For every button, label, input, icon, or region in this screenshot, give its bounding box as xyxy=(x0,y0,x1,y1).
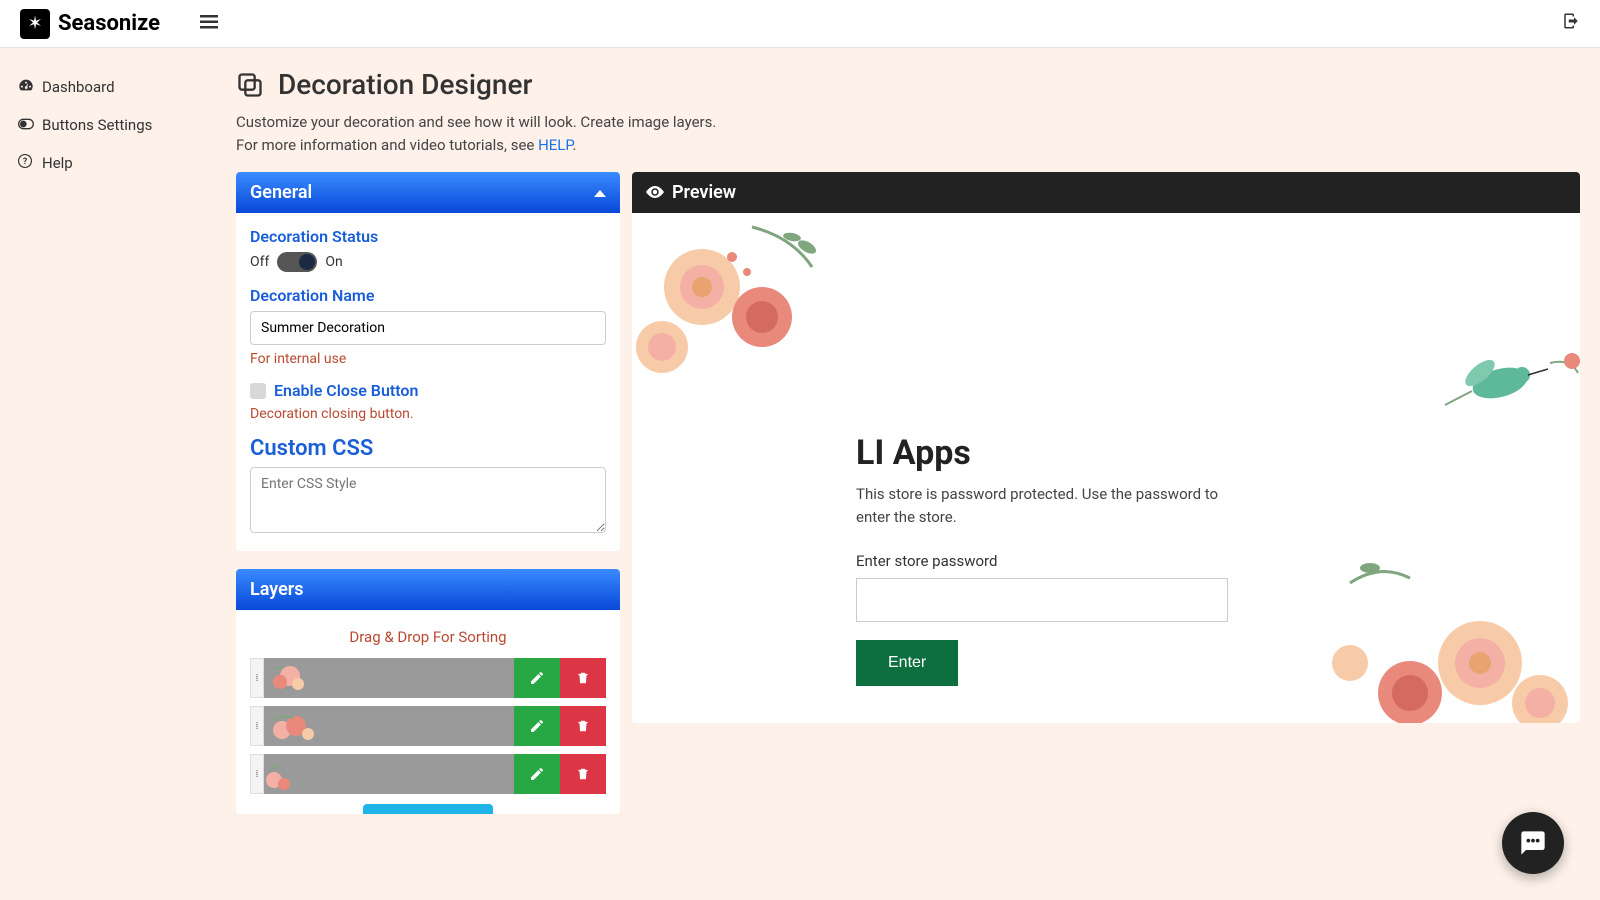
designer-icon xyxy=(236,71,264,99)
close-btn-checkbox[interactable] xyxy=(250,383,266,399)
sidebar: Dashboard Buttons Settings ? Help xyxy=(0,48,220,900)
drag-handle-icon[interactable]: ⁞ xyxy=(250,706,264,746)
chat-button[interactable] xyxy=(1502,812,1564,874)
chevron-up-icon xyxy=(594,182,606,203)
preview-pw-label: Enter store password xyxy=(856,552,1236,570)
close-btn-hint: Decoration closing button. xyxy=(250,406,606,422)
layers-panel-header[interactable]: Layers xyxy=(236,569,620,610)
panel-title: Layers xyxy=(250,579,304,600)
eye-icon xyxy=(646,182,664,203)
logo[interactable]: ✶ Seasonize xyxy=(20,9,160,39)
delete-layer-button[interactable] xyxy=(560,706,606,746)
delete-layer-button[interactable] xyxy=(560,658,606,698)
layer-row[interactable]: ⁞ xyxy=(250,658,606,698)
panel-title: General xyxy=(250,182,312,203)
preview-viewport: LI Apps This store is password protected… xyxy=(632,213,1580,723)
name-label: Decoration Name xyxy=(250,286,606,305)
sidebar-item-dashboard[interactable]: Dashboard xyxy=(18,68,202,106)
layers-hint: Drag & Drop For Sorting xyxy=(250,620,606,658)
css-textarea[interactable] xyxy=(250,467,606,533)
page-subtitle: Customize your decoration and see how it… xyxy=(236,111,1580,156)
layers-panel: Layers Drag & Drop For Sorting ⁞ xyxy=(236,569,620,814)
sidebar-label: Dashboard xyxy=(42,78,115,96)
logout-icon[interactable] xyxy=(1562,12,1580,35)
off-label: Off xyxy=(250,254,269,270)
help-icon: ? xyxy=(18,154,34,172)
main-content: Decoration Designer Customize your decor… xyxy=(220,48,1600,900)
edit-layer-button[interactable] xyxy=(514,754,560,794)
preview-store-title: LI Apps xyxy=(856,433,1236,473)
sidebar-label: Buttons Settings xyxy=(42,116,152,134)
layer-row[interactable]: ⁞ xyxy=(250,706,606,746)
on-label: On xyxy=(325,254,342,270)
dashboard-icon xyxy=(18,78,34,96)
name-input[interactable] xyxy=(250,311,606,345)
brand-text: Seasonize xyxy=(58,11,160,36)
preview-pw-input[interactable] xyxy=(856,578,1228,622)
status-label: Decoration Status xyxy=(250,227,606,246)
drag-handle-icon[interactable]: ⁞ xyxy=(250,658,264,698)
help-link[interactable]: HELP xyxy=(538,136,572,154)
name-hint: For internal use xyxy=(250,351,606,367)
page-title: Decoration Designer xyxy=(278,68,532,101)
delete-layer-button[interactable] xyxy=(560,754,606,794)
edit-layer-button[interactable] xyxy=(514,706,560,746)
layer-thumbnail xyxy=(264,754,514,794)
page-title-row: Decoration Designer xyxy=(236,68,1580,101)
add-layer-button[interactable] xyxy=(363,804,493,814)
status-toggle[interactable] xyxy=(277,252,317,272)
css-label: Custom CSS xyxy=(250,436,606,461)
menu-toggle-icon[interactable] xyxy=(200,13,218,34)
logo-icon: ✶ xyxy=(20,9,50,39)
preview-panel: Preview xyxy=(632,172,1580,723)
preview-store-subtitle: This store is password protected. Use th… xyxy=(856,483,1236,528)
edit-layer-button[interactable] xyxy=(514,658,560,698)
preview-panel-header: Preview xyxy=(632,172,1580,213)
svg-text:?: ? xyxy=(23,157,28,167)
app-header: ✶ Seasonize xyxy=(0,0,1600,48)
general-panel-header[interactable]: General xyxy=(236,172,620,213)
layer-row[interactable]: ⁞ xyxy=(250,754,606,794)
sidebar-label: Help xyxy=(42,154,73,172)
general-panel: General Decoration Status Off On xyxy=(236,172,620,551)
layer-thumbnail xyxy=(264,658,514,698)
drag-handle-icon[interactable]: ⁞ xyxy=(250,754,264,794)
sidebar-item-buttons[interactable]: Buttons Settings xyxy=(18,106,202,144)
close-btn-label: Enable Close Button xyxy=(274,381,418,400)
preview-enter-button[interactable]: Enter xyxy=(856,640,958,686)
toggle-icon xyxy=(18,116,34,134)
preview-title: Preview xyxy=(672,182,736,203)
layer-thumbnail xyxy=(264,706,514,746)
sidebar-item-help[interactable]: ? Help xyxy=(18,144,202,182)
